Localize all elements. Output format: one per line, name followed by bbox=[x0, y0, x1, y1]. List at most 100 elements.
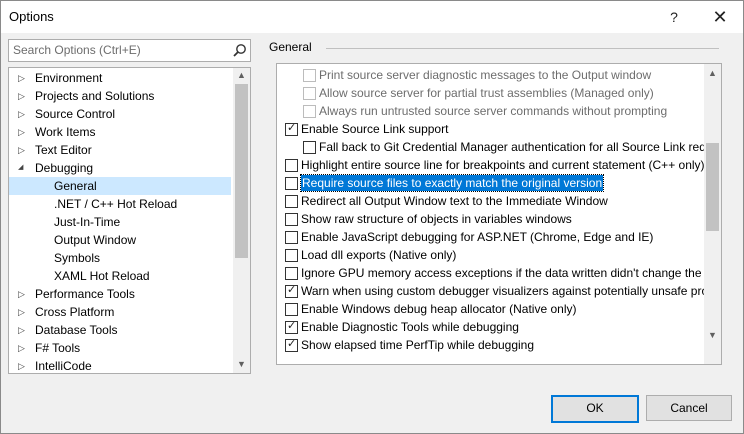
scroll-up-icon[interactable]: ▲ bbox=[704, 66, 721, 81]
tree-item[interactable]: Just-In-Time bbox=[9, 213, 231, 231]
option-label: Enable Source Link support bbox=[301, 122, 449, 136]
option-label: Always run untrusted source server comma… bbox=[319, 104, 668, 118]
tree-item-label: Projects and Solutions bbox=[35, 89, 155, 103]
check-icon: ✓ bbox=[287, 122, 297, 134]
tree-scrollbar[interactable]: ▲ ▼ bbox=[233, 68, 250, 373]
tree-item[interactable]: ▷ Environment bbox=[9, 69, 231, 87]
options-scrollbar[interactable]: ▲ ▼ bbox=[704, 64, 721, 364]
collapse-arrow-icon[interactable]: ◢ bbox=[18, 159, 28, 177]
expand-arrow-icon[interactable]: ▷ bbox=[18, 285, 28, 303]
tree-item[interactable]: .NET / C++ Hot Reload bbox=[9, 195, 231, 213]
cancel-button[interactable]: Cancel bbox=[646, 395, 732, 421]
option-checkbox[interactable]: ✓ bbox=[285, 122, 298, 136]
tree-item-label: Cross Platform bbox=[35, 305, 115, 319]
tree-item-label: Source Control bbox=[35, 107, 116, 121]
tree-item[interactable]: ▷ Cross Platform bbox=[9, 303, 231, 321]
option-checkbox[interactable] bbox=[285, 267, 298, 280]
tree-item[interactable]: General bbox=[9, 177, 231, 195]
tree-item[interactable]: ▷ Source Control bbox=[9, 105, 231, 123]
expand-arrow-icon[interactable]: ▷ bbox=[18, 105, 28, 123]
tree-item[interactable]: ▷ IntelliCode bbox=[9, 357, 231, 373]
option-label: Show raw structure of objects in variabl… bbox=[301, 212, 572, 226]
expand-arrow-icon[interactable]: ▷ bbox=[18, 357, 28, 373]
option-row[interactable]: Allow source server for partial trust as… bbox=[277, 84, 705, 102]
title-bar: Options ? ✕ bbox=[1, 1, 743, 33]
close-button[interactable]: ✕ bbox=[697, 1, 743, 33]
tree-item[interactable]: ▷ Work Items bbox=[9, 123, 231, 141]
option-checkbox[interactable] bbox=[285, 159, 298, 172]
option-row[interactable]: Require source files to exactly match th… bbox=[277, 174, 705, 192]
search-input[interactable] bbox=[13, 43, 223, 57]
option-checkbox[interactable]: ✓ bbox=[285, 320, 298, 334]
option-checkbox[interactable] bbox=[285, 249, 298, 262]
tree-item[interactable]: Symbols bbox=[9, 249, 231, 267]
option-row[interactable]: ✓ Show elapsed time PerfTip while debuggi… bbox=[277, 336, 705, 354]
option-checkbox[interactable] bbox=[303, 141, 316, 154]
option-row[interactable]: Load dll exports (Native only) bbox=[277, 246, 705, 264]
option-label: Load dll exports (Native only) bbox=[301, 248, 457, 262]
expand-arrow-icon[interactable]: ▷ bbox=[18, 87, 28, 105]
tree-item-label: Database Tools bbox=[35, 323, 118, 337]
option-row[interactable]: ✓ Enable Source Link support bbox=[277, 120, 705, 138]
option-row[interactable]: Ignore GPU memory access exceptions if t… bbox=[277, 264, 711, 282]
scroll-down-icon[interactable]: ▼ bbox=[233, 357, 250, 372]
option-row[interactable]: Redirect all Output Window text to the I… bbox=[277, 192, 705, 210]
check-icon: ✓ bbox=[287, 284, 297, 296]
tree-item-label: Environment bbox=[35, 71, 103, 85]
option-row[interactable]: Print source server diagnostic messages … bbox=[277, 66, 705, 84]
option-label: Ignore GPU memory access exceptions if t… bbox=[301, 266, 711, 280]
tree-item[interactable]: ◢ Debugging bbox=[9, 159, 231, 177]
tree-item-label: XAML Hot Reload bbox=[54, 269, 150, 283]
tree-item[interactable]: ▷ Performance Tools bbox=[9, 285, 231, 303]
tree-item[interactable]: Output Window bbox=[9, 231, 231, 249]
tree-item[interactable]: ▷ Text Editor bbox=[9, 141, 231, 159]
option-label: Allow source server for partial trust as… bbox=[319, 86, 654, 100]
window-title: Options bbox=[9, 9, 54, 24]
option-row[interactable]: Always run untrusted source server comma… bbox=[277, 102, 705, 120]
options-dialog: Options ? ✕ ▷ IntelliCode ▷ F# Tools ▷ Databa… bbox=[0, 0, 744, 434]
option-checkbox[interactable] bbox=[285, 177, 298, 190]
option-checkbox[interactable]: ✓ bbox=[285, 338, 298, 352]
tree-scrollbar-thumb[interactable] bbox=[235, 84, 248, 258]
options-scrollbar-thumb[interactable] bbox=[706, 143, 719, 232]
expand-arrow-icon[interactable]: ▷ bbox=[18, 321, 28, 339]
search-box bbox=[8, 39, 251, 62]
option-row[interactable]: ✓ Enable Diagnostic Tools while debugging bbox=[277, 318, 705, 336]
option-row[interactable]: Fall back to Git Credential Manager auth… bbox=[277, 138, 713, 156]
option-row[interactable]: ✓ Warn when using custom debugger visuali… bbox=[277, 282, 708, 300]
scroll-down-icon[interactable]: ▼ bbox=[704, 328, 721, 343]
tree-item-label: Debugging bbox=[35, 161, 94, 175]
tree-item-label: General bbox=[54, 179, 97, 193]
help-button[interactable]: ? bbox=[651, 1, 697, 33]
tree-item-label: .NET / C++ Hot Reload bbox=[54, 197, 178, 211]
scroll-up-icon[interactable]: ▲ bbox=[233, 68, 250, 83]
expand-arrow-icon[interactable]: ▷ bbox=[18, 141, 28, 159]
tree-item-label: Just-In-Time bbox=[54, 215, 121, 229]
search-icon[interactable] bbox=[231, 42, 248, 59]
tree-item-label: IntelliCode bbox=[35, 359, 92, 373]
tree-item[interactable]: ▷ F# Tools bbox=[9, 339, 231, 357]
tree-item[interactable]: ▷ Database Tools bbox=[9, 321, 231, 339]
option-checkbox[interactable] bbox=[285, 303, 298, 316]
check-icon: ✓ bbox=[287, 338, 297, 350]
option-checkbox[interactable] bbox=[285, 195, 298, 208]
expand-arrow-icon[interactable]: ▷ bbox=[18, 69, 28, 87]
option-row[interactable]: Highlight entire source line for breakpo… bbox=[277, 156, 705, 174]
option-label: Redirect all Output Window text to the I… bbox=[301, 194, 608, 208]
option-label: Enable Windows debug heap allocator (Nat… bbox=[301, 302, 577, 316]
option-label: Show elapsed time PerfTip while debuggin… bbox=[301, 338, 535, 352]
ok-button[interactable]: OK bbox=[551, 395, 639, 423]
option-checkbox[interactable] bbox=[285, 231, 298, 244]
option-checkbox[interactable] bbox=[285, 213, 298, 226]
option-row[interactable]: Enable Windows debug heap allocator (Nat… bbox=[277, 300, 705, 318]
tree-item[interactable]: XAML Hot Reload bbox=[9, 267, 231, 285]
option-row[interactable]: Show raw structure of objects in variabl… bbox=[277, 210, 705, 228]
tree-item-label: Work Items bbox=[35, 125, 96, 139]
option-row[interactable]: Enable JavaScript debugging for ASP.NET … bbox=[277, 228, 705, 246]
option-checkbox bbox=[303, 105, 316, 118]
expand-arrow-icon[interactable]: ▷ bbox=[18, 303, 28, 321]
tree-item[interactable]: ▷ Projects and Solutions bbox=[9, 87, 231, 105]
expand-arrow-icon[interactable]: ▷ bbox=[18, 339, 28, 357]
option-checkbox[interactable]: ✓ bbox=[285, 284, 298, 298]
expand-arrow-icon[interactable]: ▷ bbox=[18, 123, 28, 141]
